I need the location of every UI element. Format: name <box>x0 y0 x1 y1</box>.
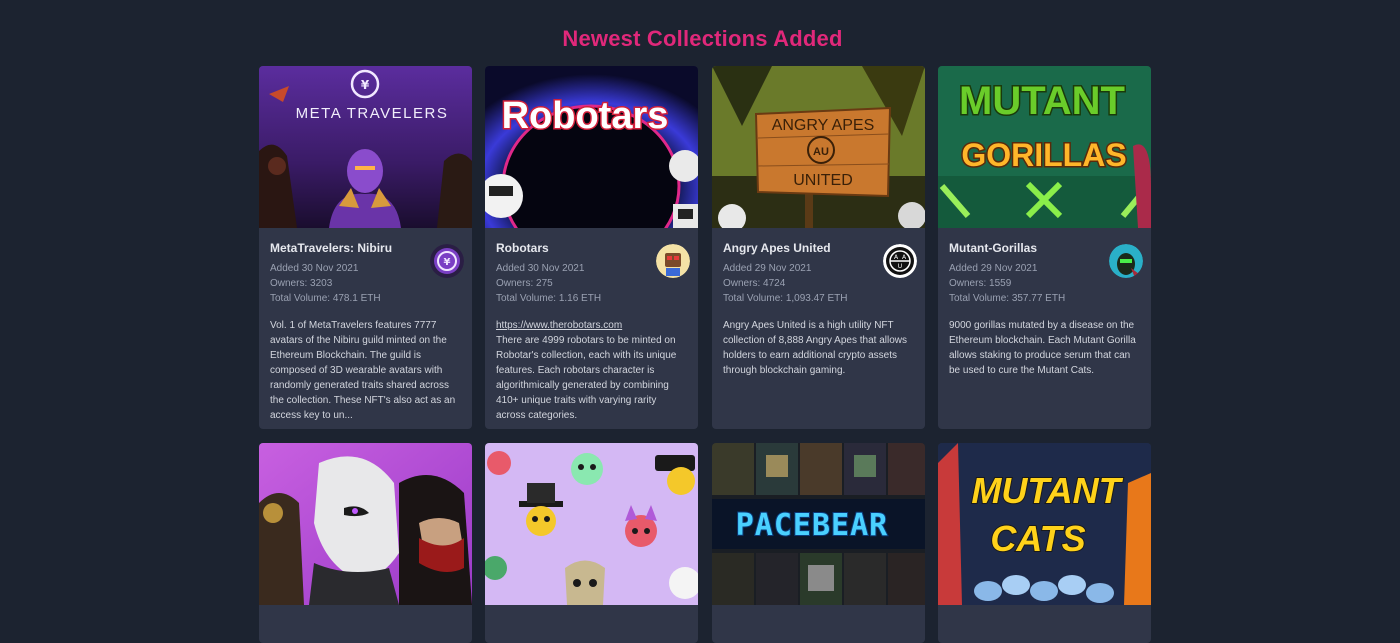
gorilla-avatar-icon <box>1109 244 1143 278</box>
collection-banner: PACEBEAR <box>712 443 925 605</box>
masked-characters-art <box>259 443 472 605</box>
aau-logo-icon: A A U <box>883 244 917 278</box>
pixel-bears-art: PACEBEAR <box>712 443 925 605</box>
collection-description: https://www.therobotars.com There are 49… <box>496 318 687 423</box>
owners-count: Owners: 3203 <box>270 278 333 289</box>
total-volume: Total Volume: 1,093.47 ETH <box>723 293 848 304</box>
owners-count: Owners: 275 <box>496 278 553 289</box>
owners-count: Owners: 1559 <box>949 278 1012 289</box>
collection-banner <box>259 443 472 605</box>
svg-text:Robotars: Robotars <box>502 95 669 137</box>
total-volume: Total Volume: 478.1 ETH <box>270 293 381 304</box>
collection-card[interactable] <box>259 443 472 643</box>
collection-banner: ¥ META TRAVELERS <box>259 66 472 228</box>
collection-card-angry-apes-united[interactable]: ANGRY APES AU UNITED Angry Apes United A… <box>712 66 925 429</box>
collection-banner: Robotars <box>485 66 698 228</box>
page-title: Newest Collections Added <box>562 26 843 51</box>
svg-text:U: U <box>898 263 902 270</box>
svg-text:UNITED: UNITED <box>793 172 853 189</box>
collection-card[interactable]: MUTANT CATS <box>938 443 1151 643</box>
svg-text:GORILLAS: GORILLAS <box>961 137 1126 173</box>
card-body: Robotars Added 30 Nov 2021 Owners: 275 T… <box>485 228 698 423</box>
owners-count: Owners: 4724 <box>723 278 786 289</box>
website-link[interactable]: https://www.therobotars.com <box>496 318 687 333</box>
metatravelers-banner-art: ¥ META TRAVELERS <box>259 66 472 228</box>
svg-text:MUTANT: MUTANT <box>971 470 1123 511</box>
total-volume: Total Volume: 1.16 ETH <box>496 293 602 304</box>
collection-banner: MUTANT GORILLAS <box>938 66 1151 228</box>
robot-avatar-icon <box>656 244 690 278</box>
collection-banner: ANGRY APES AU UNITED <box>712 66 925 228</box>
svg-text:ANGRY APES: ANGRY APES <box>772 117 875 134</box>
card-body: Angry Apes United Added 29 Nov 2021 Owne… <box>712 228 925 378</box>
collection-card[interactable] <box>485 443 698 643</box>
card-body: Mutant-Gorillas Added 29 Nov 2021 Owners… <box>938 228 1151 378</box>
total-volume: Total Volume: 357.77 ETH <box>949 293 1066 304</box>
svg-text:¥: ¥ <box>444 257 451 268</box>
angry-apes-banner-art: ANGRY APES AU UNITED <box>712 66 925 228</box>
svg-text:PACEBEAR: PACEBEAR <box>736 508 889 543</box>
svg-text:MUTANT: MUTANT <box>959 79 1125 123</box>
svg-text:META TRAVELERS: META TRAVELERS <box>296 105 449 122</box>
collection-description: Vol. 1 of MetaTravelers features 7777 av… <box>270 320 456 421</box>
collection-description: 9000 gorillas mutated by a disease on th… <box>949 320 1136 376</box>
collection-description: Angry Apes United is a high utility NFT … <box>723 320 908 376</box>
svg-text:¥: ¥ <box>361 78 370 92</box>
description-text: There are 4999 robotars to be minted on … <box>496 335 677 421</box>
collection-card[interactable]: PACEBEAR <box>712 443 925 643</box>
collection-card-mutant-gorillas[interactable]: MUTANT GORILLAS Mutant-Gorillas Added 29… <box>938 66 1151 429</box>
card-body: MetaTravelers: Nibiru Added 30 Nov 2021 … <box>259 228 472 423</box>
mutant-cats-art: MUTANT CATS <box>938 443 1151 605</box>
collection-banner <box>485 443 698 605</box>
collection-card-robotars[interactable]: Robotars Robotars Added 30 Nov 2021 Owne… <box>485 66 698 429</box>
skulls-pattern-art <box>485 443 698 605</box>
mutant-gorillas-banner-art: MUTANT GORILLAS <box>938 66 1151 228</box>
robotars-banner-art: Robotars <box>485 66 698 228</box>
svg-text:CATS: CATS <box>990 518 1085 559</box>
collection-card-metatravelers[interactable]: ¥ META TRAVELERS MetaTravelers: Nibiru A… <box>259 66 472 429</box>
svg-text:AU: AU <box>813 146 829 158</box>
metatravelers-logo-icon: ¥ <box>430 244 464 278</box>
collection-banner: MUTANT CATS <box>938 443 1151 605</box>
